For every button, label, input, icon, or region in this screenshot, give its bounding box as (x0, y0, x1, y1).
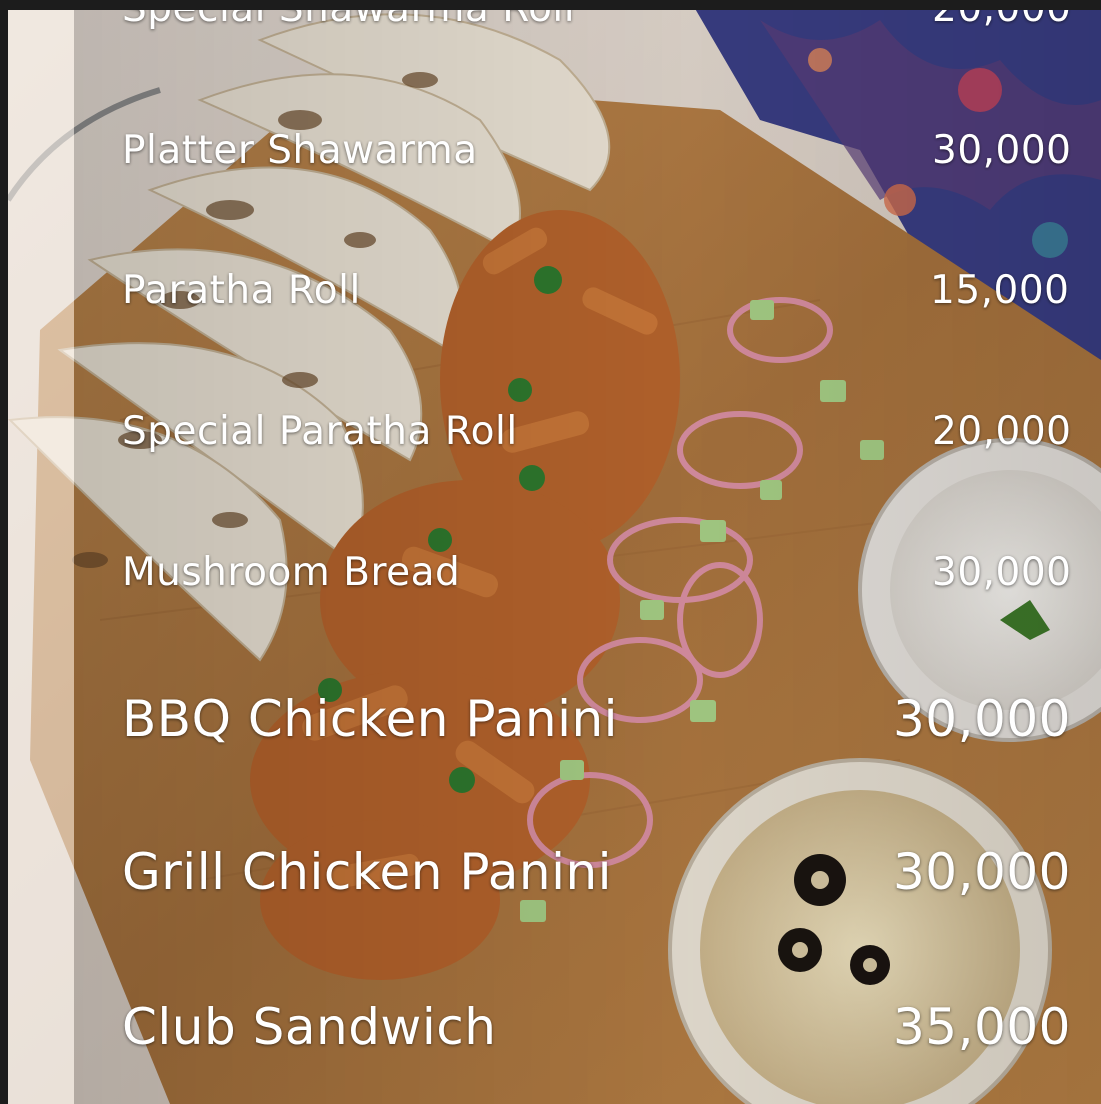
menu-item-price: 30,000 (893, 843, 1071, 901)
left-frame-bar (0, 0, 8, 1104)
menu-item-name: Platter Shawarma (122, 128, 478, 173)
menu-item-price: 35,000 (893, 998, 1071, 1056)
menu-item-name: Grill Chicken Panini (122, 843, 613, 901)
menu-item-price: 30,000 (893, 690, 1071, 748)
menu-item-price: 15,000 (930, 268, 1070, 313)
menu-item-name: Mushroom Bread (122, 550, 461, 595)
menu-item-price: 20,000 (932, 409, 1072, 454)
top-frame-bar (0, 0, 1101, 10)
menu-item-name: Special Paratha Roll (122, 409, 518, 454)
menu-item-name: Paratha Roll (122, 268, 361, 313)
menu-item-name: Club Sandwich (122, 998, 497, 1056)
left-translucent-strip (8, 0, 74, 1104)
menu-item-price: 30,000 (932, 128, 1072, 173)
menu-page: Special Shawarma Roll 20,000 Platter Sha… (0, 0, 1101, 1104)
menu-item-price: 30,000 (932, 550, 1072, 595)
menu-item-name: BBQ Chicken Panini (122, 690, 619, 748)
